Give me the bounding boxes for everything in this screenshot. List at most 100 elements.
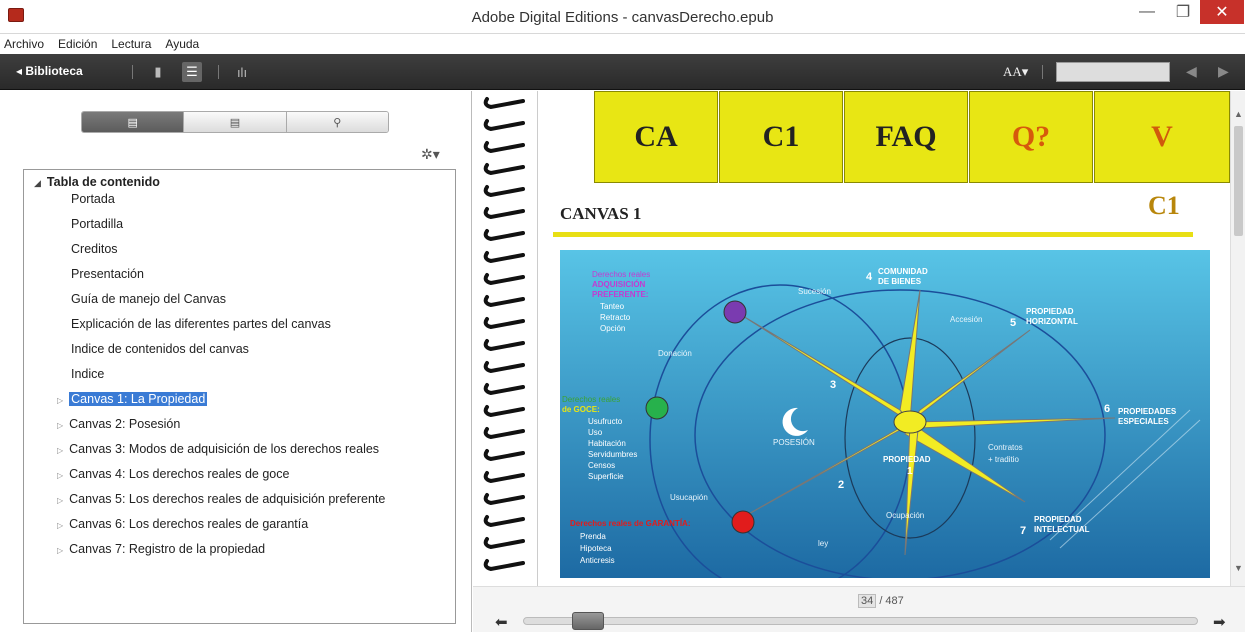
page-slider[interactable] [523,612,1198,630]
green-node [645,396,669,420]
stats-icon[interactable]: ılı [232,62,252,82]
toc-tab-icon[interactable]: ▤ [82,112,185,132]
toc-item-explicacion[interactable]: Explicación de las diferentes partes del… [71,317,331,331]
toc-item-label: Portada [71,192,115,206]
close-button[interactable]: ✕ [1200,0,1244,24]
toc-item-canvas-5[interactable]: ▷ Canvas 5: Los derechos reales de adquis… [57,492,385,506]
page-title: CANVAS 1 [560,204,642,223]
next-page-icon[interactable]: ➡ [1213,613,1226,631]
toc-item-canvas-2[interactable]: ▷ Canvas 2: Posesión [57,417,180,431]
page-tabs: CA C1 FAQ Q? V [538,91,1230,183]
toc-item-portada[interactable]: Portada [71,192,115,206]
pref-sub1: ADQUISICIÓN [592,280,646,289]
bookmark-icon[interactable]: ▮ [148,62,168,82]
pref-title: Derechos reales [592,270,650,279]
total-pages: / 487 [879,595,904,607]
menu-bar: Archivo Edición Lectura Ayuda [0,34,1245,54]
next-result-icon[interactable]: ▶ [1218,63,1229,80]
tab-ca[interactable]: CA [594,91,718,183]
expand-triangle-icon[interactable]: ▷ [57,521,63,530]
menu-lectura[interactable]: Lectura [111,37,151,51]
prev-page-icon[interactable]: ⬅ [495,613,508,631]
tab-v[interactable]: V [1094,91,1230,183]
toolbar-divider [132,65,133,79]
collapse-triangle-icon[interactable]: ◢ [34,178,41,188]
goce-item: Censos [588,461,615,470]
prev-result-icon[interactable]: ◀ [1186,63,1197,80]
left-panel: ▤ ▤ ⚲ ✲▾ ◢ Tabla de contenido Portada Por… [0,91,472,632]
search-tab-icon[interactable]: ⚲ [286,112,388,132]
expand-triangle-icon[interactable]: ▷ [57,446,63,455]
toc-item-label: Indice [71,367,105,381]
expand-triangle-icon[interactable]: ▷ [57,496,63,505]
toc-item-guia[interactable]: Guía de manejo del Canvas [71,292,226,306]
menu-archivo[interactable]: Archivo [4,37,44,51]
bookmarks-tab-icon[interactable]: ▤ [184,112,287,132]
library-button[interactable]: ◂ Biblioteca [16,64,83,78]
toc-item-canvas-4[interactable]: ▷ Canvas 4: Los derechos reales de goce [57,467,289,481]
title-bar: Adobe Digital Editions - canvasDerecho.e… [0,0,1245,34]
minimize-button[interactable]: — [1128,0,1166,24]
font-size-button[interactable]: AA▾ [1003,64,1028,80]
list-view-icon[interactable]: ☰ [182,62,202,82]
menu-ayuda[interactable]: Ayuda [165,37,199,51]
goce-item: Uso [588,428,603,437]
expand-triangle-icon[interactable]: ▷ [57,396,63,405]
toc-item-label: Canvas 6: Los derechos reales de garantí… [69,517,309,531]
menu-edicion[interactable]: Edición [58,37,97,51]
scroll-up-icon[interactable]: ▲ [1234,109,1243,119]
panel-view-switch: ▤ ▤ ⚲ [81,111,389,133]
toc-item-portadilla[interactable]: Portadilla [71,217,123,231]
toc-item-label: Canvas 2: Posesión [69,417,181,431]
label-accesion: Accesión [950,315,982,324]
toc-item-indice[interactable]: Indice [71,367,104,381]
toolbar-divider [218,65,219,79]
toc-item-canvas-7[interactable]: ▷ Canvas 7: Registro de la propiedad [57,542,265,556]
page-scrollbar[interactable]: ▲ ▼ [1230,91,1245,586]
tab-label: CA [634,120,678,153]
table-of-contents: ◢ Tabla de contenido Portada Portadilla C… [23,169,456,624]
label-de-bienes: DE BIENES [878,277,922,286]
toc-item-canvas-1[interactable]: ▷ Canvas 1: La Propiedad [57,392,208,406]
label-comunidad: COMUNIDAD [878,267,928,276]
slider-handle[interactable] [572,612,604,630]
toc-header[interactable]: ◢ Tabla de contenido [34,175,160,189]
toc-item-creditos[interactable]: Creditos [71,242,118,256]
toc-item-indice-contenidos[interactable]: Indice de contenidos del canvas [71,342,249,356]
toc-item-label: Canvas 3: Modos de adquisición de los de… [69,442,380,456]
label-propiedad: PROPIEDAD [883,455,931,464]
scroll-thumb[interactable] [1234,126,1243,236]
maximize-button[interactable]: ❐ [1164,0,1202,24]
expand-triangle-icon[interactable]: ▷ [57,421,63,430]
compass-center [893,410,927,434]
label-intelectual: INTELECTUAL [1034,525,1090,534]
expand-triangle-icon[interactable]: ▷ [57,546,63,555]
label-propiedad-5: PROPIEDAD [1026,307,1074,316]
toc-item-presentacion[interactable]: Presentación [71,267,144,281]
current-page-field[interactable]: 34 [858,594,877,608]
toc-item-label: Canvas 1: La Propiedad [69,392,208,406]
tab-faq[interactable]: FAQ [844,91,968,183]
garantia-title: Derechos reales de GARANTÍA: [570,519,690,528]
gear-icon[interactable]: ✲▾ [421,146,440,163]
toc-item-canvas-6[interactable]: ▷ Canvas 6: Los derechos reales de garant… [57,517,308,531]
tab-c1[interactable]: C1 [719,91,843,183]
label-contratos: Contratos [988,443,1023,452]
search-input[interactable] [1056,62,1170,82]
window-title: Adobe Digital Editions - canvasDerecho.e… [471,9,774,26]
toc-title: Tabla de contenido [46,175,160,189]
label-ley: ley [818,539,828,548]
pref-sub2: PREFERENTE: [592,290,648,299]
goce-item: Superficie [588,472,624,481]
tab-q[interactable]: Q? [969,91,1093,183]
canvas-logo: C1 [1148,191,1180,220]
expand-triangle-icon[interactable]: ▷ [57,471,63,480]
toc-item-canvas-3[interactable]: ▷ Canvas 3: Modos de adquisición de los d… [57,442,379,456]
number-1: 1 [907,466,913,477]
label-especiales: ESPECIALES [1118,417,1169,426]
toc-item-label: Explicación de las diferentes partes del… [71,317,331,331]
label-traditio: + traditio [988,455,1019,464]
label-ocupacion: Ocupación [886,511,924,520]
scroll-down-icon[interactable]: ▼ [1234,563,1243,573]
purple-node [723,300,747,324]
